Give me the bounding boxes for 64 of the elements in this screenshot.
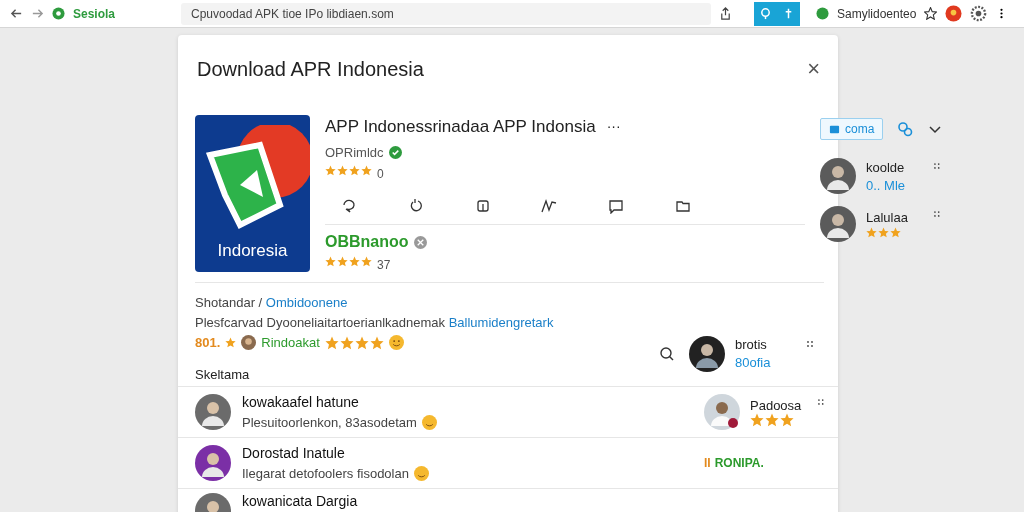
avatar[interactable] <box>689 335 725 372</box>
rating-count: 0 <box>377 167 384 181</box>
dialog-title: Download APR Indonesia <box>197 57 424 81</box>
star-icon <box>225 337 237 348</box>
more-text[interactable]: ··· <box>606 118 621 134</box>
address-bar[interactable]: Cpuvoodad APK tioe IPo libdiaen.som <box>181 2 711 25</box>
item-title[interactable]: kowanicata Dargia <box>242 493 824 509</box>
back-icon[interactable] <box>10 7 23 20</box>
score-text: 801. <box>195 335 221 350</box>
section-label: Skeltama <box>195 367 251 382</box>
smiley-icon <box>388 335 404 350</box>
developer-name[interactable]: OPRimldc <box>325 145 384 160</box>
description-line: Shotandar / Ombidoonene <box>195 295 349 310</box>
description-line: Plesfcarvad Dyooneliaitartoerianlkadnemak Ballumidengretark <box>195 315 555 330</box>
rating-count: 37 <box>377 258 391 272</box>
person-name: koolde <box>866 159 906 175</box>
profile-icon[interactable] <box>816 7 829 20</box>
person-detail: 80ofia <box>735 355 772 370</box>
avatar[interactable] <box>820 158 856 194</box>
app-name: APP Indonessrinadaa APP Indonsia <box>325 117 596 137</box>
reviewer-name: Rindoakat <box>261 335 320 350</box>
item-subtitle: Ilegarat detofoolers fisodolan <box>242 466 409 481</box>
description-link[interactable]: Ballumidengretark <box>448 315 554 330</box>
item-title[interactable]: kowakaafel hatune <box>242 394 693 410</box>
copy-icon[interactable] <box>474 198 491 214</box>
tag-prefix: II <box>704 456 711 470</box>
avatar[interactable] <box>195 445 231 481</box>
avatar[interactable] <box>704 394 740 430</box>
app-icon: Indoresia <box>195 115 310 272</box>
settings-icon[interactable] <box>970 5 988 22</box>
avatar <box>241 335 257 350</box>
profile-name[interactable]: Samylidoenteo <box>837 6 917 21</box>
star-icon[interactable] <box>924 7 938 20</box>
forward-icon[interactable] <box>31 7 44 20</box>
avatar-icon[interactable] <box>945 5 963 22</box>
folder-icon[interactable] <box>675 198 691 214</box>
publisher-name[interactable]: OBBnanoo <box>325 233 409 251</box>
share-icon[interactable] <box>719 7 732 20</box>
drag-handle-icon[interactable] <box>807 340 813 347</box>
person-name: Padoosa <box>750 397 803 413</box>
drag-handle-icon[interactable] <box>818 399 824 405</box>
square-icon <box>829 123 840 135</box>
description-link[interactable]: Ombidoonene <box>265 295 348 310</box>
pin-icon <box>759 7 772 20</box>
person-name: brotis <box>735 337 768 352</box>
comment-icon[interactable] <box>341 198 357 214</box>
tag-text: RONIPA. <box>714 456 764 470</box>
drag-handle-icon[interactable] <box>934 211 940 217</box>
message-icon[interactable] <box>608 198 625 214</box>
link-icon[interactable] <box>897 121 914 137</box>
drag-handle-icon[interactable] <box>934 163 940 169</box>
extension-button[interactable] <box>754 1 800 26</box>
emoji-icon <box>421 415 437 430</box>
tab-title[interactable]: Sesiola <box>73 6 173 21</box>
person-name: Lalulaa <box>866 210 909 225</box>
close-button[interactable]: × <box>803 56 824 82</box>
chart-icon[interactable] <box>541 198 558 214</box>
site-icon <box>52 7 65 20</box>
badge-icon <box>413 235 427 249</box>
item-subtitle: Plesuitoorlenkon, 83asodetam <box>242 415 417 430</box>
emoji-icon <box>413 466 429 481</box>
person-detail: 0.. Mle <box>866 177 906 193</box>
search-icon[interactable] <box>659 345 675 362</box>
avatar[interactable] <box>820 206 856 242</box>
